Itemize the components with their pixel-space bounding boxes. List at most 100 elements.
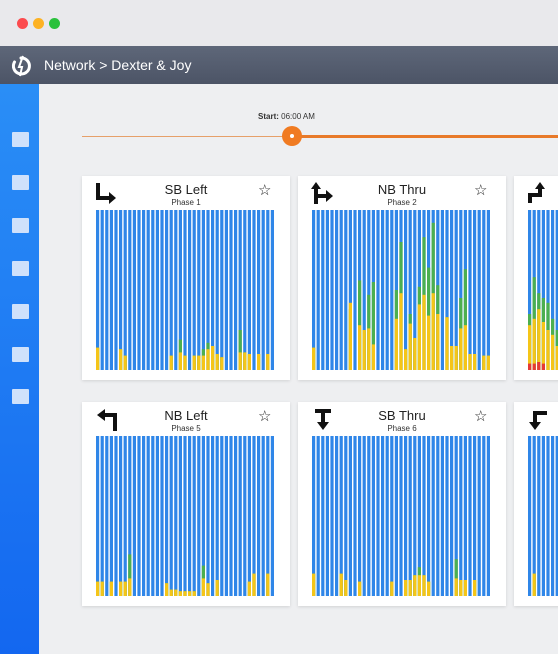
bar-capacity: [266, 436, 270, 596]
bar-yellow-level: [183, 355, 187, 370]
bar-yellow-level: [348, 302, 352, 370]
bar-capacity: [270, 210, 274, 370]
timeline-track-active[interactable]: [293, 135, 558, 138]
bar-yellow-level: [96, 581, 100, 596]
bar-yellow-level: [413, 575, 417, 596]
bar-yellow-level: [436, 314, 440, 370]
bar-capacity: [316, 210, 320, 370]
bar-yellow-level: [450, 346, 454, 370]
bar-capacity: [330, 436, 334, 596]
bar-capacity: [482, 210, 486, 370]
bar-capacity: [201, 210, 205, 370]
bar-yellow-level: [454, 346, 458, 370]
bar-capacity: [486, 436, 490, 596]
bar-yellow-level: [546, 330, 550, 370]
bar-capacity: [100, 210, 104, 370]
favorite-star-icon[interactable]: ☆: [258, 409, 271, 424]
bar-yellow-level: [463, 325, 467, 370]
bar-capacity: [325, 210, 329, 370]
sidebar-item-1[interactable]: [12, 132, 29, 147]
bar-yellow-level: [459, 328, 463, 370]
bar-yellow-level: [422, 575, 426, 596]
split-chart: [312, 436, 490, 596]
bar-capacity: [376, 210, 380, 370]
bar-red-level: [528, 363, 532, 370]
bar-capacity: [440, 436, 444, 596]
bar-capacity: [123, 210, 127, 370]
breadcrumb[interactable]: Network > Dexter & Joy: [44, 57, 191, 73]
bar-capacity: [183, 436, 187, 596]
bar-capacity: [270, 436, 274, 596]
bar-yellow-level: [339, 573, 343, 596]
minimize-window-button[interactable]: [33, 18, 44, 29]
favorite-star-icon[interactable]: ☆: [474, 409, 487, 424]
bar-capacity: [394, 436, 398, 596]
bar-capacity: [266, 210, 270, 370]
bar-yellow-level: [238, 352, 242, 370]
sidebar-item-7[interactable]: [12, 389, 29, 404]
bar-yellow-level: [96, 347, 100, 370]
bar-capacity: [367, 436, 371, 596]
phase-card-partial-bottom[interactable]: [514, 402, 558, 606]
bar-capacity: [330, 210, 334, 370]
bar-capacity: [422, 436, 426, 596]
bar-capacity: [215, 436, 219, 596]
bar-yellow-level: [358, 581, 362, 596]
bar-capacity: [100, 436, 104, 596]
bar-yellow-level: [257, 354, 261, 370]
bar-yellow-level: [459, 580, 463, 596]
bar-red-level: [532, 363, 536, 370]
bar-capacity: [339, 436, 343, 596]
bar-capacity: [142, 436, 146, 596]
sidebar-item-4[interactable]: [12, 261, 29, 276]
bar-yellow-level: [206, 349, 210, 370]
bar-capacity: [541, 436, 545, 596]
bar-yellow-level: [537, 309, 541, 370]
bar-capacity: [528, 436, 532, 596]
bar-yellow-level: [252, 573, 256, 596]
bar-yellow-level: [541, 322, 545, 370]
sidebar-item-5[interactable]: [12, 304, 29, 319]
favorite-star-icon[interactable]: ☆: [474, 183, 487, 198]
sidebar-item-6[interactable]: [12, 347, 29, 362]
bar-yellow-level: [211, 346, 215, 370]
bar-capacity: [551, 436, 555, 596]
bar-capacity: [473, 210, 477, 370]
bar-yellow-level: [431, 293, 435, 370]
bar-yellow-level: [192, 355, 196, 370]
bar-capacity: [119, 436, 123, 596]
close-window-button[interactable]: [17, 18, 28, 29]
bar-capacity: [335, 436, 339, 596]
timeline-slider-handle[interactable]: [282, 126, 302, 146]
bar-capacity: [445, 436, 449, 596]
phase-card-nb-left[interactable]: NB Left Phase 5 ☆: [82, 402, 290, 606]
bar-capacity: [215, 210, 219, 370]
bar-yellow-level: [390, 581, 394, 596]
sidebar-item-3[interactable]: [12, 218, 29, 233]
bar-capacity: [385, 436, 389, 596]
sidebar: [0, 84, 39, 654]
phase-card-partial-top[interactable]: [514, 176, 558, 380]
bar-capacity: [183, 210, 187, 370]
app-logo-icon[interactable]: [10, 55, 32, 77]
maximize-window-button[interactable]: [49, 18, 60, 29]
bar-capacity: [261, 210, 265, 370]
split-chart: [96, 210, 274, 370]
sidebar-item-2[interactable]: [12, 175, 29, 190]
favorite-star-icon[interactable]: ☆: [258, 183, 271, 198]
bar-yellow-level: [482, 355, 486, 370]
bar-capacity: [399, 436, 403, 596]
bar-capacity: [477, 210, 481, 370]
bar-capacity: [137, 436, 141, 596]
phase-card-nb-thru[interactable]: NB Thru Phase 2 ☆: [298, 176, 506, 380]
bar-capacity: [174, 210, 178, 370]
phase-card-sb-thru[interactable]: SB Thru Phase 6 ☆: [298, 402, 506, 606]
bar-capacity: [321, 210, 325, 370]
bar-capacity: [459, 436, 463, 596]
timeline-track-inactive: [82, 136, 292, 137]
bar-capacity: [155, 210, 159, 370]
bar-yellow-level: [183, 591, 187, 596]
bar-yellow-level: [528, 325, 532, 370]
bar-yellow-level: [201, 578, 205, 596]
phase-card-sb-left[interactable]: SB Left Phase 1 ☆: [82, 176, 290, 380]
